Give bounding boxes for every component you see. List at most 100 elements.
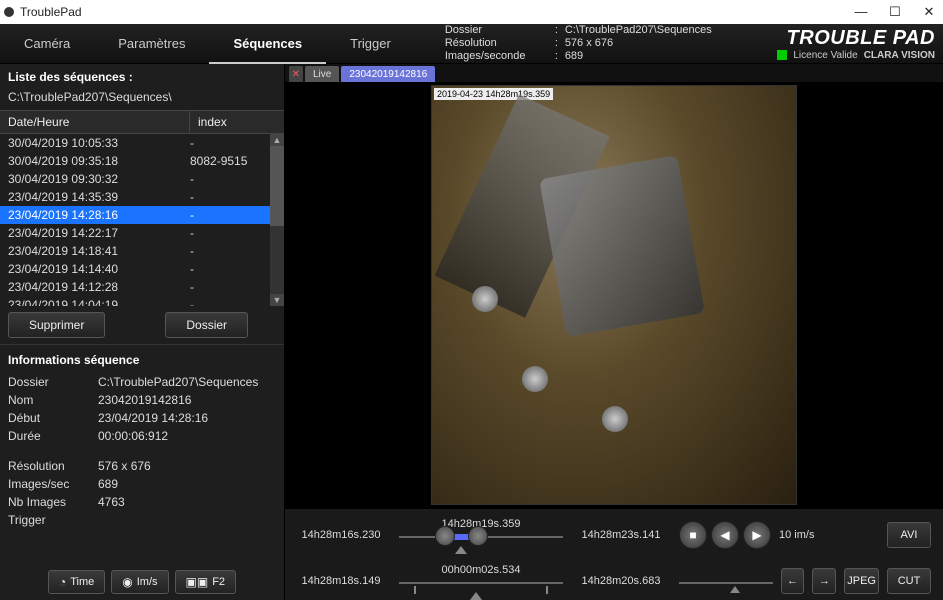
info-debut-label: Début — [8, 411, 98, 425]
sequence-list-title: Liste des séquences : — [0, 64, 284, 90]
playback-rate: 10 im/s — [779, 529, 814, 541]
f2-button[interactable]: ▣▣F2 — [175, 570, 237, 594]
sequence-row-index: - — [190, 262, 194, 276]
tab-trigger[interactable]: Trigger — [326, 24, 415, 64]
timeline-top-start: 14h28m16s.230 — [291, 529, 391, 541]
timeline-top-handle-left[interactable] — [435, 526, 455, 546]
speed-slider-cursor-icon[interactable] — [730, 586, 740, 593]
sequence-table: Date/Heure index 30/04/2019 10:05:33-30/… — [0, 110, 284, 306]
timeline-top-end: 14h28m23s.141 — [571, 529, 671, 541]
sequence-row-date: 23/04/2019 14:28:16 — [8, 208, 190, 222]
sequence-row-index: - — [190, 298, 194, 306]
hdr-fps-label: Images/seconde — [445, 50, 555, 63]
sequence-row-date: 30/04/2019 10:05:33 — [8, 136, 190, 150]
sequence-row[interactable]: 23/04/2019 14:35:39- — [0, 188, 284, 206]
play-forward-button[interactable]: ▶ — [743, 521, 771, 549]
sequence-row-date: 23/04/2019 14:12:28 — [8, 280, 190, 294]
tab-camera[interactable]: Caméra — [0, 24, 94, 64]
speed-slider[interactable] — [679, 570, 773, 592]
sequence-row-date: 23/04/2019 14:22:17 — [8, 226, 190, 240]
sequence-rows: 30/04/2019 10:05:33-30/04/2019 09:35:188… — [0, 134, 284, 306]
viewer-canvas[interactable]: 2019-04-23 14h28m19s.359 — [285, 82, 943, 508]
tab-parametres[interactable]: Paramètres — [94, 24, 209, 64]
window-close-button[interactable]: ✕ — [919, 4, 939, 20]
viewer-panel: ✕ Live 23042019142816 2019-04-23 14h28m1… — [285, 64, 943, 600]
sequence-info-title: Informations séquence — [8, 353, 276, 367]
sequence-info: Informations séquence DossierC:\TroubleP… — [0, 344, 284, 535]
timeline-top-track[interactable]: 14h28m19s.359 — [399, 520, 563, 550]
sidebar: Liste des séquences : C:\TroublePad207\S… — [0, 64, 285, 600]
cut-button[interactable]: CUT — [887, 568, 931, 594]
brand: TROUBLE PAD Licence Valide CLARA VISION — [777, 27, 943, 61]
info-dossier-value: C:\TroublePad207\Sequences — [98, 375, 276, 389]
export-jpeg-button[interactable]: JPEG — [844, 568, 879, 594]
step-forward-button[interactable]: → — [812, 568, 836, 594]
sequence-row-index: - — [190, 190, 194, 204]
sequence-row[interactable]: 23/04/2019 14:14:40- — [0, 260, 284, 278]
scroll-up-icon[interactable]: ▲ — [270, 134, 284, 146]
tab-sequences[interactable]: Séquences — [209, 24, 326, 64]
sequence-row[interactable]: 23/04/2019 14:04:19- — [0, 296, 284, 306]
sequence-row[interactable]: 30/04/2019 09:35:188082-9515 — [0, 152, 284, 170]
sequence-scrollbar[interactable]: ▲ ▼ — [270, 134, 284, 306]
timeline-top-handle-right[interactable] — [468, 526, 488, 546]
brand-title: TROUBLE PAD — [777, 27, 935, 50]
info-res-label: Résolution — [8, 459, 98, 473]
vendor-text: CLARA VISION — [864, 50, 935, 61]
info-debut-value: 23/04/2019 14:28:16 — [98, 411, 276, 425]
sequence-row[interactable]: 30/04/2019 10:05:33- — [0, 134, 284, 152]
hdr-resolution-value: 576 x 676 — [565, 37, 712, 50]
info-duree-value: 00:00:06:912 — [98, 429, 276, 443]
playback-controls: 14h28m16s.230 14h28m19s.359 14h28m23s.14… — [285, 508, 943, 600]
time-mode-button[interactable]: ◔Time — [48, 570, 105, 594]
sequence-row-date: 23/04/2019 14:04:19 — [8, 298, 190, 306]
info-trigger-label: Trigger — [8, 513, 98, 527]
info-nimg-value: 4763 — [98, 495, 276, 509]
stop-button[interactable]: ■ — [679, 521, 707, 549]
app-icon — [4, 7, 14, 17]
timeline-bot-cursor-icon[interactable] — [470, 592, 482, 600]
timeline-bot-track[interactable]: 00h00m02s.534 — [399, 566, 563, 596]
export-avi-button[interactable]: AVI — [887, 522, 931, 548]
play-back-button[interactable]: ◀ — [711, 521, 739, 549]
info-nom-label: Nom — [8, 393, 98, 407]
scroll-thumb[interactable] — [270, 146, 284, 226]
info-nom-value: 23042019142816 — [98, 393, 276, 407]
licence-text: Licence Valide — [793, 50, 857, 61]
window-maximize-button[interactable]: ☐ — [885, 4, 905, 20]
col-date-header[interactable]: Date/Heure — [0, 111, 190, 133]
gauge-icon: ◉ — [122, 575, 132, 589]
viewer-close-tab-button[interactable]: ✕ — [289, 66, 303, 82]
window-title: TroublePad — [20, 5, 82, 19]
sequence-list-path: C:\TroublePad207\Sequences\ — [0, 90, 284, 110]
sequence-row-index: - — [190, 172, 194, 186]
sequence-row-index: - — [190, 244, 194, 258]
sequence-row-index: - — [190, 208, 194, 222]
delete-button[interactable]: Supprimer — [8, 312, 105, 338]
timeline-bot-start: 14h28m18s.149 — [291, 575, 391, 587]
frame-timestamp-overlay: 2019-04-23 14h28m19s.359 — [434, 88, 553, 100]
sequence-row[interactable]: 23/04/2019 14:28:16- — [0, 206, 284, 224]
ims-mode-button[interactable]: ◉Im/s — [111, 570, 168, 594]
sequence-row-index: - — [190, 280, 194, 294]
frame-image: 2019-04-23 14h28m19s.359 — [431, 85, 797, 505]
info-dossier-label: Dossier — [8, 375, 98, 389]
info-nimg-label: Nb Images — [8, 495, 98, 509]
sequence-row[interactable]: 23/04/2019 14:22:17- — [0, 224, 284, 242]
folder-button[interactable]: Dossier — [165, 312, 248, 338]
col-index-header[interactable]: index — [190, 111, 284, 133]
window-minimize-button[interactable]: — — [851, 4, 871, 20]
info-trigger-value — [98, 513, 276, 527]
info-res-value: 576 x 676 — [98, 459, 276, 473]
timeline-top-cursor-icon[interactable] — [455, 546, 467, 554]
sequence-row[interactable]: 30/04/2019 09:30:32- — [0, 170, 284, 188]
sequence-row[interactable]: 23/04/2019 14:18:41- — [0, 242, 284, 260]
clock-icon: ◔ — [59, 575, 66, 589]
sidebar-bottom-bar: ◔Time ◉Im/s ▣▣F2 — [0, 564, 284, 600]
scroll-down-icon[interactable]: ▼ — [270, 294, 284, 306]
viewer-tab-sequence[interactable]: 23042019142816 — [341, 66, 435, 82]
sequence-row[interactable]: 23/04/2019 14:12:28- — [0, 278, 284, 296]
step-back-button[interactable]: ← — [781, 568, 805, 594]
viewer-tab-live[interactable]: Live — [305, 66, 339, 82]
licence-indicator-icon — [777, 50, 787, 60]
